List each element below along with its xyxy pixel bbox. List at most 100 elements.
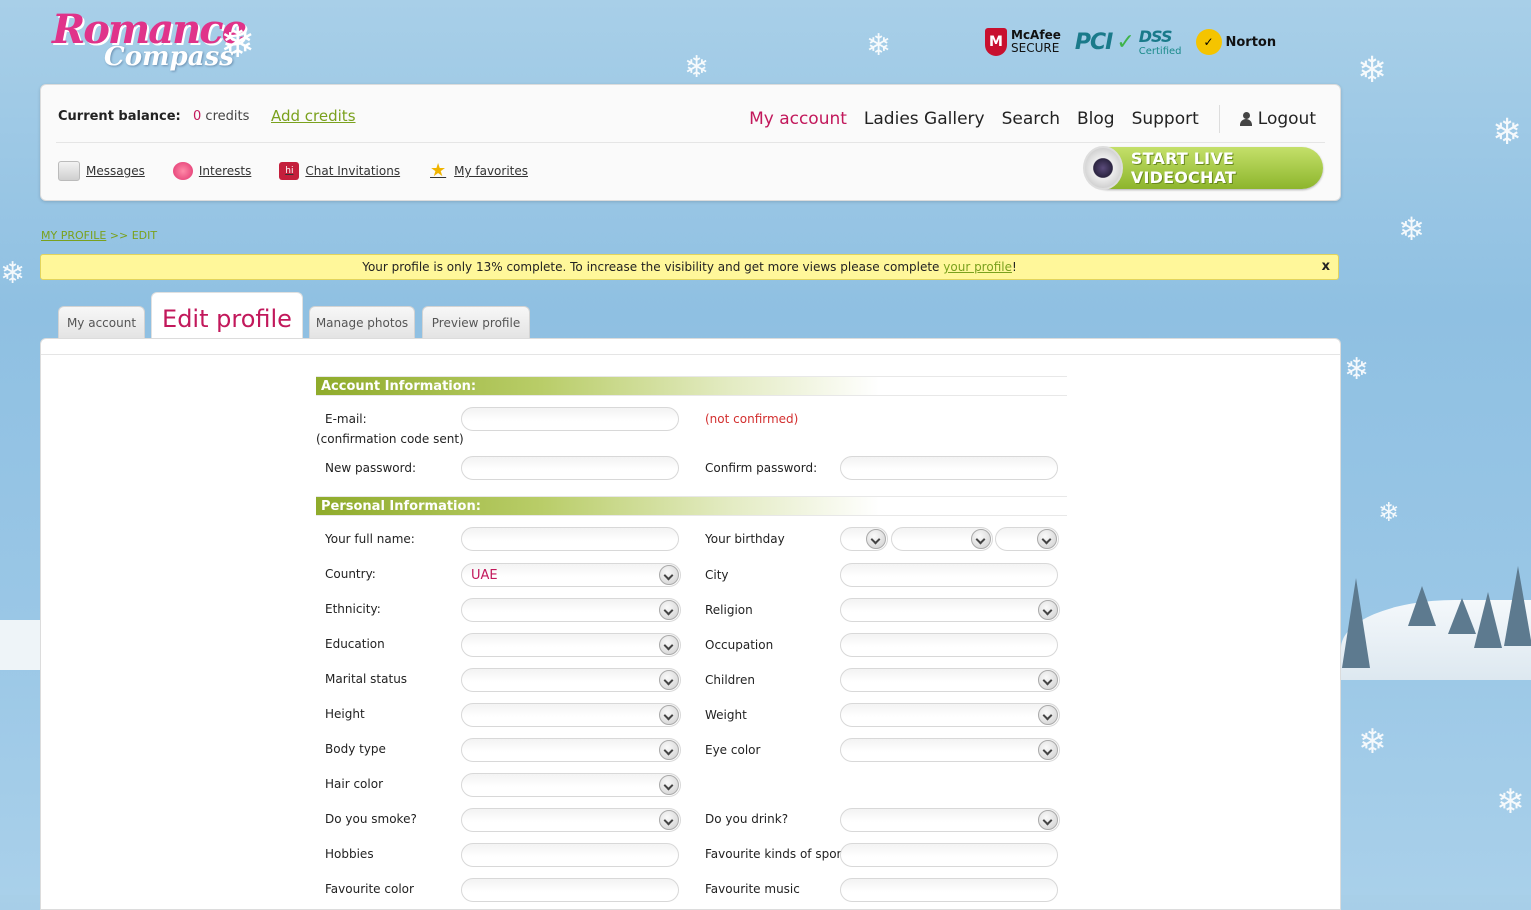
- chevron-down-icon: [866, 529, 886, 549]
- full-name-label: Your full name:: [325, 532, 415, 546]
- snowflake-icon: ❄: [684, 50, 710, 85]
- checkmark-icon: ✓: [1116, 29, 1135, 55]
- ethnicity-select[interactable]: [461, 598, 681, 622]
- subnav-favorites[interactable]: ★ My favorites: [428, 161, 528, 181]
- sports-label: Favourite kinds of sport: [705, 847, 847, 861]
- drink-label: Do you drink?: [705, 812, 789, 826]
- mcafee-badge: M McAfee SECURE: [985, 28, 1061, 56]
- logout-link[interactable]: Logout: [1239, 109, 1316, 129]
- snowflake-icon: ❄: [1378, 498, 1400, 528]
- pci-certified-label: Certified: [1138, 46, 1182, 57]
- sub-nav: Messages Interests hi Chat Invitations ★ M…: [58, 161, 528, 181]
- nav-support[interactable]: Support: [1132, 109, 1199, 129]
- snowflake-icon: ❄: [1492, 112, 1523, 153]
- mcafee-sublabel: SECURE: [1011, 41, 1060, 55]
- eye-color-select[interactable]: [840, 738, 1060, 762]
- chevron-down-icon: [659, 705, 679, 725]
- occupation-field[interactable]: [840, 633, 1058, 657]
- account-section-header: Account Information:: [316, 376, 1067, 396]
- mcafee-shield-icon: M: [985, 28, 1007, 56]
- tab-preview-profile[interactable]: Preview profile: [422, 306, 530, 339]
- body-type-select[interactable]: [461, 738, 681, 762]
- chevron-down-icon: [659, 635, 679, 655]
- logo-text: Compass: [104, 42, 234, 72]
- snowflake-icon: ❄: [1358, 722, 1387, 762]
- chevron-down-icon: [659, 600, 679, 620]
- full-name-field[interactable]: [461, 527, 679, 551]
- balance-value: 0 credits: [193, 109, 249, 124]
- tab-edit-profile[interactable]: Edit profile: [151, 292, 303, 339]
- email-label: E-mail:: [325, 412, 367, 426]
- religion-label: Religion: [705, 603, 753, 617]
- children-label: Children: [705, 673, 755, 687]
- add-credits-link[interactable]: Add credits: [271, 107, 356, 125]
- chat-icon: hi: [279, 162, 300, 180]
- eye-color-label: Eye color: [705, 743, 761, 757]
- subnav-label: Interests: [198, 164, 252, 178]
- start-videochat-button[interactable]: START LIVE VIDEOCHAT: [1083, 146, 1323, 190]
- country-select[interactable]: UAE: [461, 563, 681, 587]
- favourite-music-field[interactable]: [840, 878, 1058, 902]
- religion-select[interactable]: [840, 598, 1060, 622]
- tab-my-account[interactable]: My account: [58, 306, 145, 339]
- balance-unit: credits: [205, 109, 250, 124]
- email-field[interactable]: [461, 407, 679, 431]
- birthday-year-select[interactable]: [995, 527, 1059, 551]
- hobbies-field[interactable]: [461, 843, 679, 867]
- new-password-field[interactable]: [461, 456, 679, 480]
- subnav-chat-invitations[interactable]: hi Chat Invitations: [279, 161, 400, 181]
- education-select[interactable]: [461, 633, 681, 657]
- webcam-icon: [1083, 146, 1123, 190]
- nav-divider: [1218, 105, 1220, 133]
- chevron-down-icon: [659, 810, 679, 830]
- hobbies-label: Hobbies: [325, 847, 374, 861]
- chevron-down-icon: [1038, 705, 1058, 725]
- snowflake-icon: ❄: [866, 28, 892, 63]
- subnav-messages[interactable]: Messages: [58, 161, 145, 181]
- children-select[interactable]: [840, 668, 1060, 692]
- nav-ladies-gallery[interactable]: Ladies Gallery: [864, 109, 985, 129]
- balance: Current balance: 0 credits: [58, 109, 249, 124]
- weight-select[interactable]: [840, 703, 1060, 727]
- close-icon[interactable]: x: [1322, 259, 1330, 274]
- snowflake-icon: ❄: [1357, 50, 1388, 91]
- tree-icon: [1504, 566, 1531, 646]
- nav-my-account[interactable]: My account: [749, 109, 847, 129]
- divider: [41, 354, 1340, 355]
- sports-field[interactable]: [840, 843, 1058, 867]
- favourite-color-field[interactable]: [461, 878, 679, 902]
- drink-select[interactable]: [840, 808, 1060, 832]
- breadcrumb-separator: >>: [109, 229, 129, 242]
- user-icon: [1239, 112, 1252, 126]
- chevron-down-icon: [659, 740, 679, 760]
- confirm-password-field[interactable]: [840, 456, 1058, 480]
- pci-dss-label: DSS: [1138, 27, 1173, 46]
- heart-icon: [172, 162, 193, 180]
- height-select[interactable]: [461, 703, 681, 727]
- country-label: Country:: [325, 567, 376, 581]
- birthday-day-select[interactable]: [840, 527, 888, 551]
- breadcrumb-current: EDIT: [131, 229, 158, 242]
- birthday-month-select[interactable]: [891, 527, 993, 551]
- tree-icon: [1448, 598, 1476, 634]
- norton-badge: ✓ Norton: [1195, 29, 1276, 55]
- subnav-interests[interactable]: Interests: [172, 161, 252, 181]
- tab-manage-photos[interactable]: Manage photos: [309, 306, 415, 339]
- snowflake-icon: ❄: [1496, 782, 1525, 822]
- smoke-select[interactable]: [461, 808, 681, 832]
- email-note: (confirmation code sent): [316, 432, 464, 446]
- city-field[interactable]: [840, 563, 1058, 587]
- site-logo[interactable]: Romance Compass ❄: [52, 4, 272, 80]
- snowflake-icon: ❄: [220, 18, 256, 67]
- pci-badge: PCI ✓ DSS Certified: [1075, 27, 1182, 57]
- nav-blog[interactable]: Blog: [1077, 109, 1115, 129]
- nav-search[interactable]: Search: [1002, 109, 1060, 129]
- hair-color-select[interactable]: [461, 773, 681, 797]
- your-profile-link[interactable]: your profile: [943, 260, 1012, 274]
- marital-status-select[interactable]: [461, 668, 681, 692]
- breadcrumb-my-profile[interactable]: MY PROFILE: [41, 229, 106, 242]
- body-type-label: Body type: [325, 742, 386, 756]
- chevron-down-icon: [1038, 670, 1058, 690]
- personal-section-header: Personal Information:: [316, 496, 1067, 516]
- chevron-down-icon: [1038, 810, 1058, 830]
